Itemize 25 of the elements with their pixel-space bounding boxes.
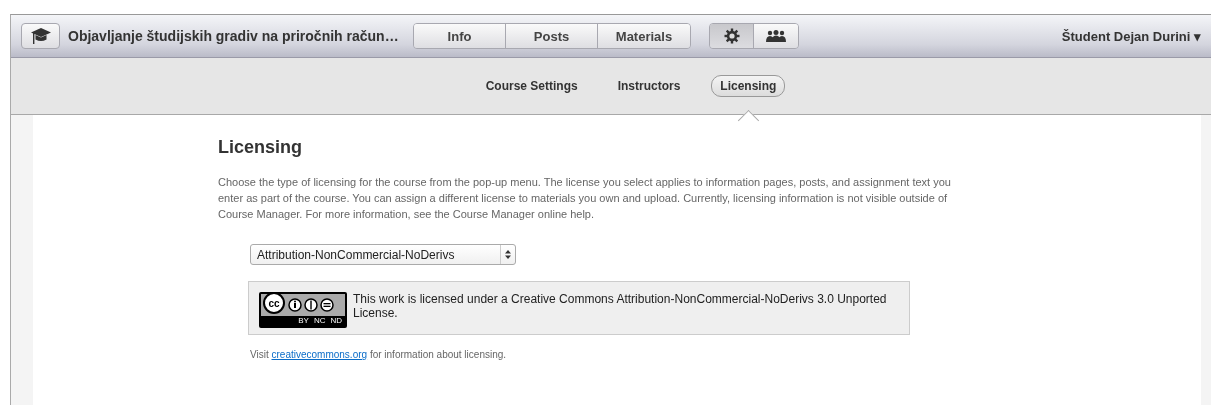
nav-tab[interactable]: Posts — [506, 24, 598, 48]
people-button[interactable] — [754, 24, 798, 48]
nav-tab[interactable]: Info — [414, 24, 506, 48]
people-icon — [766, 30, 786, 42]
course-button[interactable] — [21, 23, 60, 49]
nav-tab[interactable]: Materials — [598, 24, 690, 48]
graduation-cap-icon — [30, 27, 51, 45]
description: Choose the type of licensing for the course from the pop-up menu. The license you select applies to information pages, posts, and assignment text you enter as part of the course. You can assign a different license to materials you own and upload. Currently, licensing information is not visible outside of Course Manager. For more information, see the Course Manager online help. — [218, 175, 952, 222]
course-title: Objavljanje študijskih gradiv na priročnih račun… — [68, 28, 400, 44]
page-heading: Licensing — [218, 137, 303, 158]
user-menu[interactable]: Študent Dejan Durini ▾ — [1061, 28, 1201, 44]
visit-note: Visit creativecommons.org for information about licensing. — [250, 349, 508, 360]
license-select[interactable]: Attribution-NonCommercial-NoDerivs — [250, 244, 516, 265]
license-symbols-icon — [287, 298, 337, 312]
gear-button[interactable] — [710, 24, 754, 48]
subnav-tab[interactable]: Course Settings — [476, 75, 587, 97]
badge-label: BY — [298, 316, 309, 326]
stepper-arrows-icon — [505, 250, 511, 259]
creativecommons-link[interactable]: creativecommons.org — [271, 349, 368, 360]
subnav-tab[interactable]: Instructors — [608, 75, 690, 97]
badge-label: ND — [330, 316, 342, 326]
license-text: This work is licensed under a Creative Commons Attribution-NonCommercial-NoDerivs 3.0 Unported License. — [353, 292, 888, 320]
license-badge[interactable]: cc BY NC ND — [259, 292, 347, 328]
gear-icon — [723, 28, 740, 44]
badge-label: NC — [313, 316, 326, 326]
